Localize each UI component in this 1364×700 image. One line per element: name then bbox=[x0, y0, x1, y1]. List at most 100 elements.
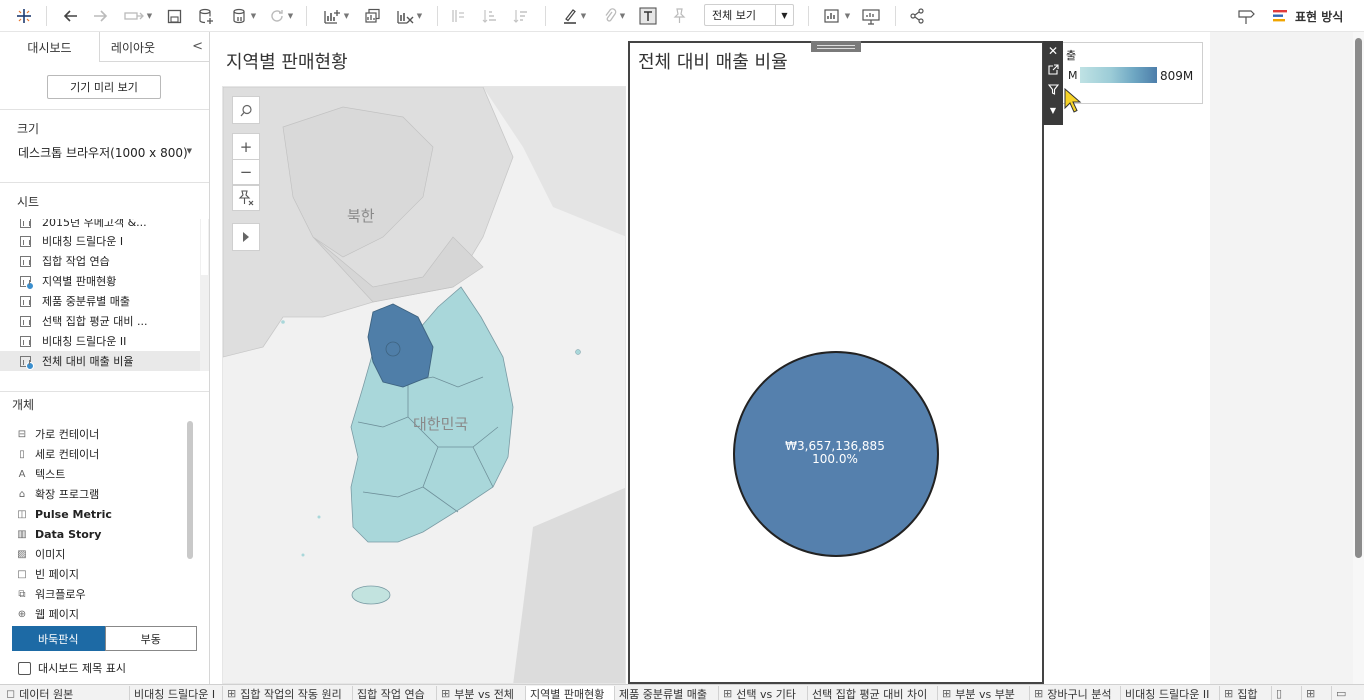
tab-dashboard[interactable]: ⊞ 선택 vs 기타 bbox=[719, 686, 808, 700]
tab-label: 제품 중분류별 매출 bbox=[619, 687, 707, 700]
map-search-icon[interactable] bbox=[232, 96, 260, 124]
object-workflow[interactable]: ⧉ 워크플로우 bbox=[16, 584, 85, 604]
collapse-panel-icon[interactable]: < bbox=[192, 39, 203, 54]
zoom-in-icon[interactable]: + bbox=[232, 133, 260, 159]
clear-sheet-icon[interactable]: ▼ bbox=[391, 4, 427, 28]
zoom-out-icon[interactable]: − bbox=[232, 159, 260, 185]
signpost-icon[interactable] bbox=[1234, 4, 1258, 28]
object-label: 이미지 bbox=[35, 548, 66, 561]
object-label: 세로 컨테이너 bbox=[35, 448, 100, 461]
region-map[interactable]: 북한 대한민국 + − bbox=[222, 86, 626, 684]
pin-icon[interactable] bbox=[667, 4, 691, 28]
object-label: 확장 프로그램 bbox=[35, 488, 100, 501]
tab-dashboard[interactable]: ⊞ 집합 bbox=[1220, 686, 1272, 700]
sheet-tabs-bar: ◻ 데이터 원본 비대칭 드릴다운 I ⊞ 집합 작업의 작동 원리 집합 작업 연… bbox=[0, 684, 1364, 700]
size-select[interactable]: 데스크톱 브라우저(1000 x 800) ▼ bbox=[18, 144, 192, 160]
object-pulse-metric[interactable]: ◫ Pulse Metric bbox=[16, 504, 112, 524]
tab-data-source[interactable]: ◻ 데이터 원본 bbox=[2, 686, 130, 700]
sort-descending-icon[interactable] bbox=[509, 4, 533, 28]
more-options-icon[interactable]: ▼ bbox=[1050, 104, 1056, 118]
tab-dashboard[interactable]: ⊞ 장바구니 분석 bbox=[1030, 686, 1121, 700]
object-blank[interactable]: □ 빈 페이지 bbox=[16, 564, 79, 584]
floating-button[interactable]: 부동 bbox=[104, 626, 197, 651]
redo-icon[interactable] bbox=[89, 4, 113, 28]
object-extension[interactable]: ⌂ 확장 프로그램 bbox=[16, 484, 99, 504]
object-vertical-container[interactable]: ▯ 세로 컨테이너 bbox=[16, 444, 99, 464]
new-dashboard-tab-icon[interactable]: ⊞ bbox=[1302, 686, 1332, 700]
tab-dashboard[interactable]: ⊞ 부분 vs 부분 bbox=[938, 686, 1030, 700]
new-worksheet-icon[interactable]: ▼ bbox=[318, 4, 354, 28]
drag-handle[interactable] bbox=[811, 41, 861, 52]
dashboard-icon: ⊞ bbox=[227, 687, 237, 700]
tiled-button[interactable]: 바둑판식 bbox=[12, 626, 105, 651]
object-list-scrollbar[interactable] bbox=[186, 421, 194, 621]
group-members-icon[interactable]: ▼ bbox=[596, 4, 632, 28]
new-story-tab-icon[interactable]: ▭ bbox=[1332, 686, 1364, 700]
sheet-item-label: 집합 작업 연습 bbox=[42, 255, 110, 268]
tab-sheet[interactable]: 비대칭 드릴다운 I bbox=[130, 686, 223, 700]
show-me-button[interactable]: 표현 방식 bbox=[1272, 6, 1343, 26]
object-list: ⊟ 가로 컨테이너 ▯ 세로 컨테이너 A 텍스트 ⌂ 확장 프로그램 ◫ Pulse M… bbox=[0, 421, 185, 625]
dashboard-canvas: 지역별 판매현황 북한 대한민국 + − 전체 대비 매출 비율 ₩3,657,… bbox=[211, 32, 1353, 684]
tab-layout[interactable]: 레이아웃 bbox=[100, 32, 166, 62]
expand-toolbar-icon[interactable] bbox=[232, 223, 260, 251]
duplicate-sheet-icon[interactable] bbox=[360, 4, 384, 28]
object-image[interactable]: ▨ 이미지 bbox=[16, 544, 65, 564]
tab-dashboard[interactable]: ⊞ 부분 vs 전체 bbox=[437, 686, 526, 700]
show-me-label: 표현 방식 bbox=[1295, 9, 1344, 24]
object-horizontal-container[interactable]: ⊟ 가로 컨테이너 bbox=[16, 424, 99, 444]
sheet-item[interactable]: 선택 집합 평균 대비 ... bbox=[0, 311, 200, 331]
book-icon: ▥ bbox=[17, 528, 27, 540]
tab-sheet[interactable]: 집합 작업 연습 bbox=[353, 686, 437, 700]
save-icon[interactable] bbox=[162, 4, 186, 28]
sheet-list-scrollbar[interactable] bbox=[200, 219, 209, 371]
use-as-filter-icon[interactable] bbox=[1047, 84, 1059, 98]
worksheet-icon bbox=[20, 295, 31, 307]
device-preview-button[interactable]: 기기 미리 보기 bbox=[47, 75, 161, 99]
unpin-map-icon[interactable] bbox=[232, 185, 260, 211]
sort-ascending-icon[interactable] bbox=[478, 4, 502, 28]
tab-label: 집합 작업의 작동 원리 bbox=[240, 687, 342, 700]
pie-data-label: ₩3,657,136,885 100.0% bbox=[731, 440, 939, 466]
undo-icon[interactable] bbox=[58, 4, 82, 28]
sheet-item-label: 2015년 우메고객 &... bbox=[42, 219, 147, 229]
show-title-checkbox[interactable]: 대시보드 제목 표시 bbox=[18, 660, 126, 676]
swap-axes-icon[interactable] bbox=[446, 4, 470, 28]
sheet-item[interactable]: 비대칭 드릴다운 I bbox=[0, 231, 200, 251]
tab-dashboard[interactable]: 대시보드 bbox=[0, 32, 100, 62]
new-worksheet-tab-icon[interactable]: ▯ bbox=[1272, 686, 1302, 700]
object-web-page[interactable]: ⊕ 웹 페이지 bbox=[16, 604, 79, 624]
highlight-icon[interactable]: ▼ bbox=[556, 4, 592, 28]
sheet-item-selected[interactable]: 전체 대비 매출 비율 bbox=[0, 351, 200, 371]
sheet-item[interactable]: 지역별 판매현황 bbox=[0, 271, 200, 291]
canvas-scrollbar[interactable] bbox=[1353, 32, 1364, 684]
share-icon[interactable] bbox=[905, 4, 929, 28]
tab-sheet-active[interactable]: 지역별 판매현황 bbox=[526, 686, 615, 700]
refresh-icon[interactable]: ▼ bbox=[266, 4, 296, 28]
sheet-item[interactable]: 집합 작업 연습 bbox=[0, 251, 200, 271]
image-icon: ▨ bbox=[17, 548, 27, 560]
sheet-item[interactable]: 비대칭 드릴다운 II bbox=[0, 331, 200, 351]
show-labels-icon[interactable] bbox=[636, 4, 660, 28]
tab-dashboard[interactable]: ⊞ 집합 작업의 작동 원리 bbox=[223, 686, 353, 700]
tab-sheet[interactable]: 비대칭 드릴다운 II bbox=[1121, 686, 1220, 700]
presentation-mode-icon[interactable] bbox=[859, 4, 883, 28]
fit-view-select[interactable]: 전체 보기 ▼ bbox=[704, 4, 794, 26]
horizontal-container-icon: ⊟ bbox=[17, 428, 27, 440]
tableau-logo-icon[interactable] bbox=[12, 4, 36, 28]
object-data-story[interactable]: ▥ Data Story bbox=[16, 524, 101, 544]
show-cards-icon[interactable]: ▼ bbox=[818, 4, 856, 28]
go-to-sheet-icon[interactable] bbox=[1047, 64, 1059, 78]
tab-sheet[interactable]: 제품 중분류별 매출 bbox=[615, 686, 719, 700]
tab-sheet[interactable]: 선택 집합 평균 대비 차이 bbox=[808, 686, 938, 700]
new-datasource-icon[interactable] bbox=[194, 4, 218, 28]
pause-datasource-icon[interactable]: ▼ bbox=[225, 4, 263, 28]
side-tabs: 대시보드 레이아웃 < bbox=[0, 32, 209, 62]
replay-icon[interactable]: ▼ bbox=[120, 4, 156, 28]
object-text[interactable]: A 텍스트 bbox=[16, 464, 66, 484]
remove-icon[interactable]: ✕ bbox=[1048, 44, 1058, 58]
size-label: 크기 bbox=[17, 122, 40, 136]
sheet-item[interactable]: 제품 중분류별 매출 bbox=[0, 291, 200, 311]
tab-label: 집합 작업 연습 bbox=[357, 687, 425, 700]
object-label: 웹 페이지 bbox=[35, 608, 79, 621]
